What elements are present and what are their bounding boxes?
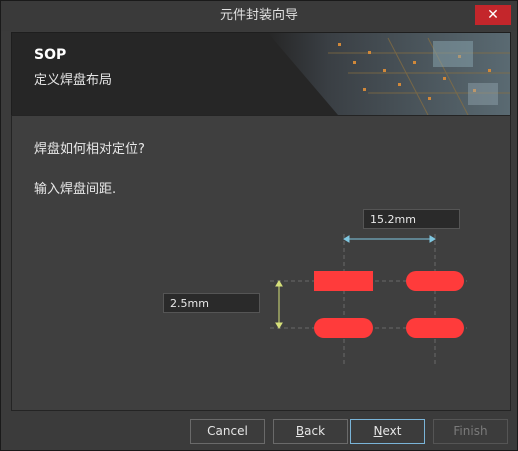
- pcb-banner-image: [268, 33, 510, 115]
- pad-3: [314, 318, 373, 338]
- wizard-window: 元件封装向导 ✕ SOP 定义焊盘布局 焊盘如何相对定位? 输入焊盘间距. 15…: [0, 0, 518, 451]
- title-bar: 元件封装向导 ✕: [1, 1, 517, 31]
- cancel-button[interactable]: Cancel: [190, 419, 265, 444]
- pad-2: [406, 271, 464, 291]
- vertical-spacing-input[interactable]: 2.5mm: [163, 293, 260, 313]
- header-banner: SOP 定义焊盘布局: [11, 32, 511, 116]
- banner-subtitle: 定义焊盘布局: [34, 73, 113, 88]
- horizontal-spacing-input[interactable]: 15.2mm: [363, 209, 460, 229]
- back-button[interactable]: Back: [273, 419, 348, 444]
- vertical-dimension-arrow: [275, 280, 283, 329]
- horizontal-dimension-arrow: [343, 235, 436, 243]
- back-mnemonic: B: [295, 424, 305, 438]
- pad-4: [406, 318, 464, 338]
- next-mnemonic: N: [373, 424, 383, 438]
- next-button[interactable]: Next: [350, 419, 425, 444]
- next-label: ext: [382, 424, 402, 438]
- pad-1: [314, 271, 373, 291]
- back-label: ack: [304, 424, 326, 438]
- close-icon[interactable]: ✕: [475, 5, 511, 25]
- window-title: 元件封装向导: [219, 8, 298, 23]
- finish-button[interactable]: Finish: [433, 419, 508, 444]
- banner-title: SOP: [34, 47, 67, 63]
- pad-layout-diagram: [270, 234, 467, 366]
- content-panel: 焊盘如何相对定位? 输入焊盘间距. 15.2mm 2.5mm: [11, 115, 511, 411]
